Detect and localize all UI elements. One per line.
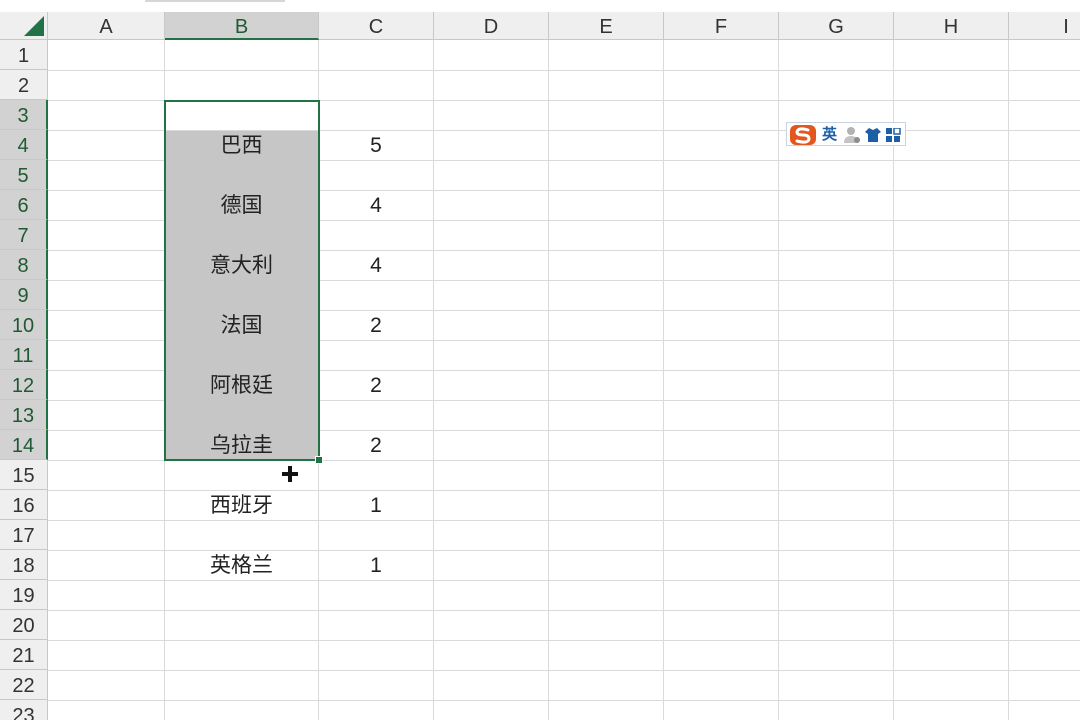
- row-header-4[interactable]: 4: [0, 130, 48, 160]
- top-strip: [0, 0, 1080, 12]
- cell-c18[interactable]: 1: [319, 550, 433, 580]
- column-header-a[interactable]: A: [48, 12, 165, 40]
- column-header-f[interactable]: F: [664, 12, 779, 40]
- cell-b10[interactable]: 法国: [165, 310, 318, 340]
- row-header-18[interactable]: 18: [0, 550, 48, 580]
- column-header-g[interactable]: G: [779, 12, 894, 40]
- row-header-11[interactable]: 11: [0, 340, 48, 370]
- row-header-21[interactable]: 21: [0, 640, 48, 670]
- skin-shirt-icon[interactable]: [864, 126, 882, 144]
- row-header-3[interactable]: 3: [0, 100, 48, 130]
- row-header-23[interactable]: 23: [0, 700, 48, 720]
- row-header-22[interactable]: 22: [0, 670, 48, 700]
- gridline: [48, 700, 1080, 701]
- user-icon[interactable]: [842, 125, 862, 145]
- row-header-9[interactable]: 9: [0, 280, 48, 310]
- row-header-6[interactable]: 6: [0, 190, 48, 220]
- cell-b16[interactable]: 西班牙: [165, 490, 318, 520]
- row-header-20[interactable]: 20: [0, 610, 48, 640]
- select-all-triangle-icon: [24, 16, 44, 36]
- cell-b12[interactable]: 阿根廷: [165, 370, 318, 400]
- crosshair-cursor-icon: [282, 466, 298, 482]
- gridline: [48, 520, 1080, 521]
- row-header-2[interactable]: 2: [0, 70, 48, 100]
- column-header-h[interactable]: H: [894, 12, 1009, 40]
- row-header-19[interactable]: 19: [0, 580, 48, 610]
- gridline: [663, 40, 664, 720]
- row-header-10[interactable]: 10: [0, 310, 48, 340]
- cell-b8[interactable]: 意大利: [165, 250, 318, 280]
- cell-c6[interactable]: 4: [319, 190, 433, 220]
- spreadsheet: A B C D E F G H I 1 2 3 4 5 6 7 8 9 10 1…: [0, 0, 1080, 720]
- cell-c12[interactable]: 2: [319, 370, 433, 400]
- gridline: [48, 670, 1080, 671]
- row-header-13[interactable]: 13: [0, 400, 48, 430]
- gridline: [48, 640, 1080, 641]
- cell-b6[interactable]: 德国: [165, 190, 318, 220]
- sogou-logo-icon[interactable]: [789, 124, 817, 146]
- gridline: [48, 70, 1080, 71]
- cell-c14[interactable]: 2: [319, 430, 433, 460]
- gridline: [48, 580, 1080, 581]
- column-header-i[interactable]: I: [1009, 12, 1080, 40]
- row-header-5[interactable]: 5: [0, 160, 48, 190]
- row-header-7[interactable]: 7: [0, 220, 48, 250]
- gridline: [548, 40, 549, 720]
- cell-c4[interactable]: 5: [319, 130, 433, 160]
- cell-b4[interactable]: 巴西: [165, 130, 318, 160]
- row-header-1[interactable]: 1: [0, 40, 48, 70]
- cell-c16[interactable]: 1: [319, 490, 433, 520]
- ime-mode-label[interactable]: 英: [822, 123, 837, 147]
- row-header-12[interactable]: 12: [0, 370, 48, 400]
- column-header-e[interactable]: E: [549, 12, 664, 40]
- row-header-15[interactable]: 15: [0, 460, 48, 490]
- column-header-b[interactable]: B: [165, 12, 319, 40]
- row-header-14[interactable]: 14: [0, 430, 48, 460]
- gridline: [433, 40, 434, 720]
- row-header-8[interactable]: 8: [0, 250, 48, 280]
- gridline: [1008, 40, 1009, 720]
- cell-c8[interactable]: 4: [319, 250, 433, 280]
- row-header-16[interactable]: 16: [0, 490, 48, 520]
- row-header-17[interactable]: 17: [0, 520, 48, 550]
- gridline: [48, 610, 1080, 611]
- cell-b18[interactable]: 英格兰: [165, 550, 318, 580]
- ime-toolbar[interactable]: 英: [786, 122, 906, 146]
- column-header-d[interactable]: D: [434, 12, 549, 40]
- cell-b14[interactable]: 乌拉圭: [165, 430, 318, 460]
- gridline: [778, 40, 779, 720]
- toolbox-icon[interactable]: [886, 128, 901, 143]
- cell-c10[interactable]: 2: [319, 310, 433, 340]
- select-all-corner[interactable]: [0, 12, 48, 40]
- column-header-c[interactable]: C: [319, 12, 434, 40]
